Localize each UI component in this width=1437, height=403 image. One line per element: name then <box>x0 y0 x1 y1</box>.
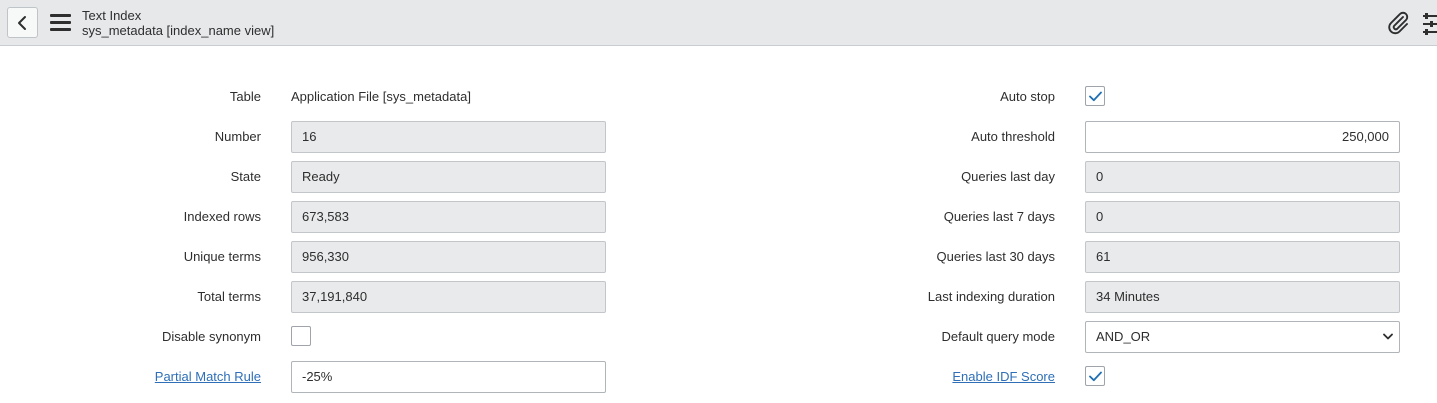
default-query-mode-value: AND_OR <box>1096 329 1151 344</box>
last-indexing-duration-field: 34 Minutes <box>1085 281 1400 313</box>
enable-idf-score-checkbox[interactable] <box>1085 366 1105 386</box>
last-indexing-duration-label: Last indexing duration <box>927 289 1055 304</box>
default-query-mode-select[interactable]: AND_OR <box>1085 321 1400 353</box>
enable-idf-score-link[interactable]: Enable IDF Score <box>795 369 1055 385</box>
total-terms-field: 37,191,840 <box>291 281 606 313</box>
queries-last-day-field: 0 <box>1085 161 1400 193</box>
auto-threshold-label: Auto threshold <box>971 129 1055 144</box>
form-header: Text Index sys_metadata [index_name view… <box>0 0 1437 46</box>
queries-last-30-days-label: Queries last 30 days <box>936 249 1055 264</box>
queries-last-30-days-field: 61 <box>1085 241 1400 273</box>
table-value: Application File [sys_metadata] <box>291 89 471 104</box>
number-field: 16 <box>291 121 606 153</box>
hamburger-menu-icon[interactable] <box>50 14 71 31</box>
indexed-rows-label: Indexed rows <box>183 209 261 224</box>
number-label: Number <box>214 129 261 144</box>
record-subtitle: sys_metadata [index_name view] <box>82 23 275 38</box>
disable-synonym-checkbox[interactable] <box>291 326 311 346</box>
indexed-rows-field: 673,583 <box>291 201 606 233</box>
partial-match-rule-link[interactable]: Partial Match Rule <box>1 369 261 385</box>
checkmark-icon <box>1089 91 1102 102</box>
unique-terms-field: 956,330 <box>291 241 606 273</box>
record-title: Text Index <box>82 8 142 23</box>
auto-stop-checkbox[interactable] <box>1085 86 1105 106</box>
queries-last-7-days-field: 0 <box>1085 201 1400 233</box>
total-terms-label: Total terms <box>197 289 261 304</box>
auto-threshold-input[interactable]: 250,000 <box>1085 121 1400 153</box>
state-field: Ready <box>291 161 606 193</box>
queries-last-day-label: Queries last day <box>961 169 1055 184</box>
state-label: State <box>230 169 261 184</box>
unique-terms-label: Unique terms <box>183 249 261 264</box>
auto-stop-label: Auto stop <box>1000 89 1055 104</box>
chevron-left-icon <box>18 16 26 30</box>
sliders-icon[interactable] <box>1421 12 1437 36</box>
default-query-mode-label: Default query mode <box>941 329 1055 344</box>
paperclip-icon[interactable] <box>1386 11 1410 35</box>
back-button[interactable] <box>7 7 38 38</box>
disable-synonym-label: Disable synonym <box>162 329 261 344</box>
checkmark-icon <box>1089 371 1102 382</box>
chevron-down-icon <box>1383 333 1393 340</box>
table-label: Table <box>229 89 261 104</box>
partial-match-rule-input[interactable]: -25% <box>291 361 606 393</box>
queries-last-7-days-label: Queries last 7 days <box>943 209 1055 224</box>
